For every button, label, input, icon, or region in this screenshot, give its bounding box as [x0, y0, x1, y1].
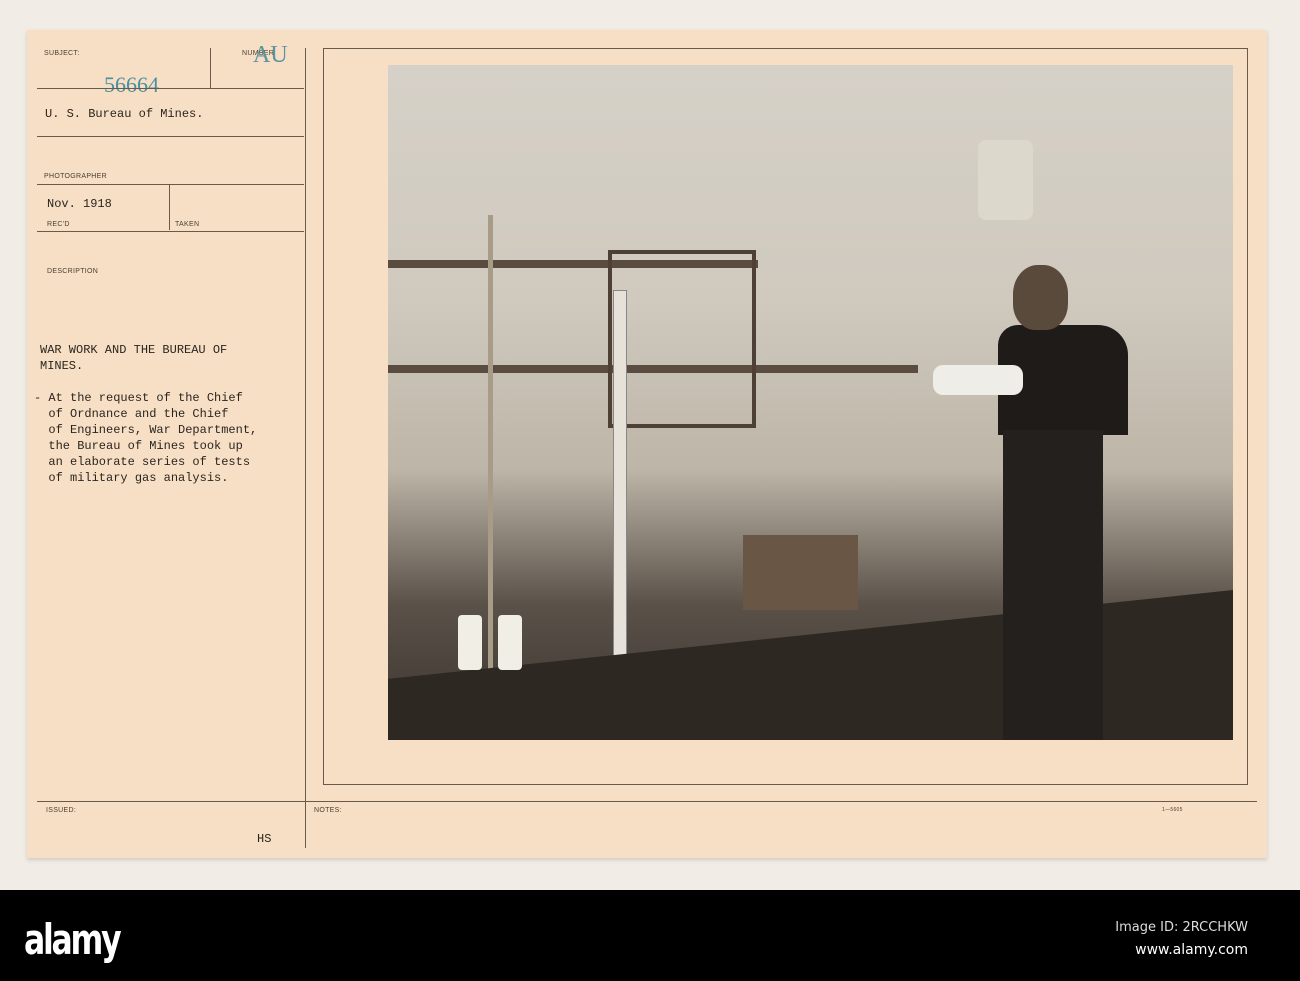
description-title: WAR WORK AND THE BUREAU OF MINES. [40, 343, 228, 373]
alamy-url[interactable]: www.alamy.com [1135, 942, 1248, 958]
issued-initials: HS [257, 832, 272, 846]
form-number: 1—5605 [1162, 807, 1183, 813]
divider [37, 231, 304, 232]
received-date: Nov. 1918 [47, 197, 112, 211]
burette-rack [608, 250, 756, 428]
person-head [1013, 265, 1068, 330]
received-label: REC'D [47, 221, 70, 228]
agency-text: U. S. Bureau of Mines. [45, 107, 204, 121]
divider [169, 184, 170, 230]
image-id: Image ID: 2RCCHKW [1115, 920, 1248, 935]
divider [37, 136, 304, 137]
notes-label: NOTES: [314, 807, 342, 814]
divider [37, 88, 304, 89]
description-text: - At the request of the Chief of Ordnanc… [34, 391, 258, 485]
description-label: DESCRIPTION [47, 268, 99, 275]
glass-cylinder [978, 140, 1033, 220]
subject-label: SUBJECT: [44, 50, 80, 57]
bottle [498, 615, 522, 670]
taken-label: TAKEN [175, 221, 200, 228]
issued-label: ISSUED: [46, 807, 77, 814]
person-arm [933, 365, 1023, 395]
rod [488, 215, 493, 675]
divider [37, 801, 1257, 802]
alamy-logo: alamy [24, 915, 122, 964]
subject-number: 56664 [104, 72, 159, 97]
person-trousers [1003, 430, 1103, 740]
divider [210, 48, 211, 88]
divider [305, 48, 306, 848]
divider [37, 184, 304, 185]
photographer-label: PHOTOGRAPHER [44, 173, 107, 180]
laboratory-photo [388, 65, 1233, 740]
number-stamp: AU [253, 42, 288, 68]
archival-photo-card: SUBJECT: 56664 NUMBER AU U. S. Bureau of… [27, 30, 1267, 858]
watermark-footer: alamy Image ID: 2RCCHKW www.alamy.com [0, 890, 1300, 981]
bottle [458, 615, 482, 670]
wooden-box [743, 535, 858, 610]
glass-tube [613, 290, 627, 672]
